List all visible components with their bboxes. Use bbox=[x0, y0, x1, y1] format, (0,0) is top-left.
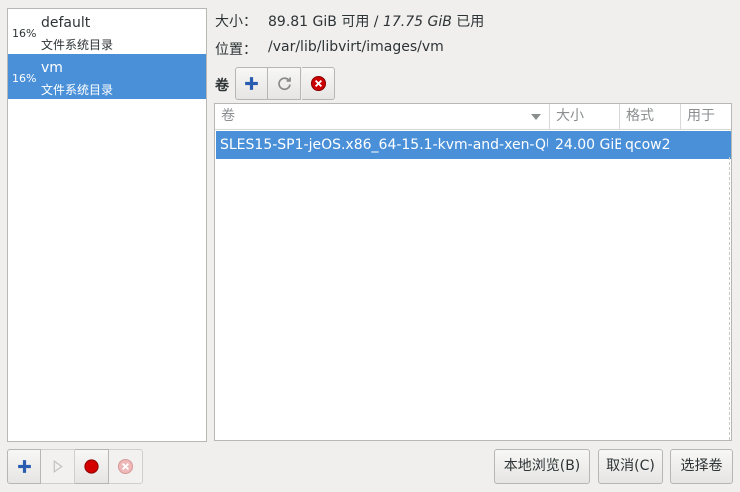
column-header-used-by[interactable]: 用于 bbox=[681, 104, 731, 129]
plus-icon bbox=[17, 460, 31, 473]
refresh-icon bbox=[277, 77, 291, 91]
refresh-volumes-button[interactable] bbox=[268, 67, 301, 100]
pool-name: default bbox=[41, 15, 91, 31]
volume-name-cell: SLES15-SP1-jeOS.x86_64-15.1-kvm-and-xen-… bbox=[220, 137, 548, 153]
column-header-volume[interactable]: 卷 bbox=[215, 104, 550, 129]
stop-record-icon bbox=[84, 459, 99, 474]
pool-name: vm bbox=[41, 60, 63, 76]
cancel-button[interactable]: 取消(C) bbox=[598, 449, 663, 484]
choose-volume-button[interactable]: 选择卷 bbox=[670, 449, 733, 484]
add-volume-button[interactable] bbox=[235, 67, 268, 100]
column-title: 卷 bbox=[221, 108, 235, 124]
pool-item-default[interactable]: 16% default 文件系统目录 bbox=[8, 9, 206, 54]
start-pool-button[interactable] bbox=[41, 449, 75, 484]
size-used: 17.75 GiB bbox=[382, 14, 452, 30]
pool-usage-percent: 16% bbox=[12, 72, 37, 85]
delete-volume-button[interactable] bbox=[302, 67, 335, 100]
size-value: 89.81 GiB 可用 / 17.75 GiB 已用 bbox=[268, 11, 484, 31]
stop-pool-button[interactable] bbox=[75, 449, 109, 484]
column-header-size[interactable]: 大小 bbox=[550, 104, 620, 129]
table-row[interactable]: SLES15-SP1-jeOS.x86_64-15.1-kvm-and-xen-… bbox=[216, 131, 731, 159]
column-title: 大小 bbox=[556, 108, 584, 124]
location-value: /var/lib/libvirt/images/vm bbox=[268, 39, 444, 55]
play-icon bbox=[53, 459, 63, 474]
delete-icon bbox=[310, 75, 326, 92]
volume-size-cell: 24.00 GiB bbox=[555, 137, 621, 153]
browse-local-button[interactable]: 本地浏览(B) bbox=[494, 449, 590, 484]
volume-table[interactable]: 卷 大小 格式 用于 SLES15-SP1-jeOS.x86_64-15.1-k… bbox=[214, 103, 732, 441]
table-edge-divider bbox=[729, 157, 730, 440]
table-header: 卷 大小 格式 用于 bbox=[215, 104, 731, 130]
size-available: 89.81 GiB 可用 bbox=[268, 14, 370, 30]
sort-descending-icon bbox=[531, 114, 541, 120]
column-title: 格式 bbox=[626, 108, 654, 124]
storage-pool-list[interactable]: 16% default 文件系统目录 16% vm 文件系统目录 bbox=[7, 8, 207, 442]
plus-icon bbox=[245, 77, 258, 90]
size-label: 大小： bbox=[215, 14, 257, 30]
add-pool-button[interactable] bbox=[7, 449, 41, 484]
pool-usage-percent: 16% bbox=[12, 27, 37, 40]
location-label: 位置： bbox=[215, 42, 257, 58]
column-header-format[interactable]: 格式 bbox=[620, 104, 681, 129]
delete-pool-button[interactable] bbox=[109, 449, 143, 484]
size-used-suffix: 已用 bbox=[451, 14, 485, 30]
volumes-label: 卷 bbox=[215, 78, 229, 94]
pool-item-vm[interactable]: 16% vm 文件系统目录 bbox=[8, 54, 206, 99]
volume-format-cell: qcow2 bbox=[625, 137, 671, 153]
volume-used-by-cell bbox=[687, 131, 731, 159]
pool-type: 文件系统目录 bbox=[41, 38, 114, 52]
size-separator: / bbox=[369, 14, 383, 30]
column-title: 用于 bbox=[687, 108, 715, 124]
pool-type: 文件系统目录 bbox=[41, 83, 114, 97]
delete-icon bbox=[117, 458, 134, 475]
